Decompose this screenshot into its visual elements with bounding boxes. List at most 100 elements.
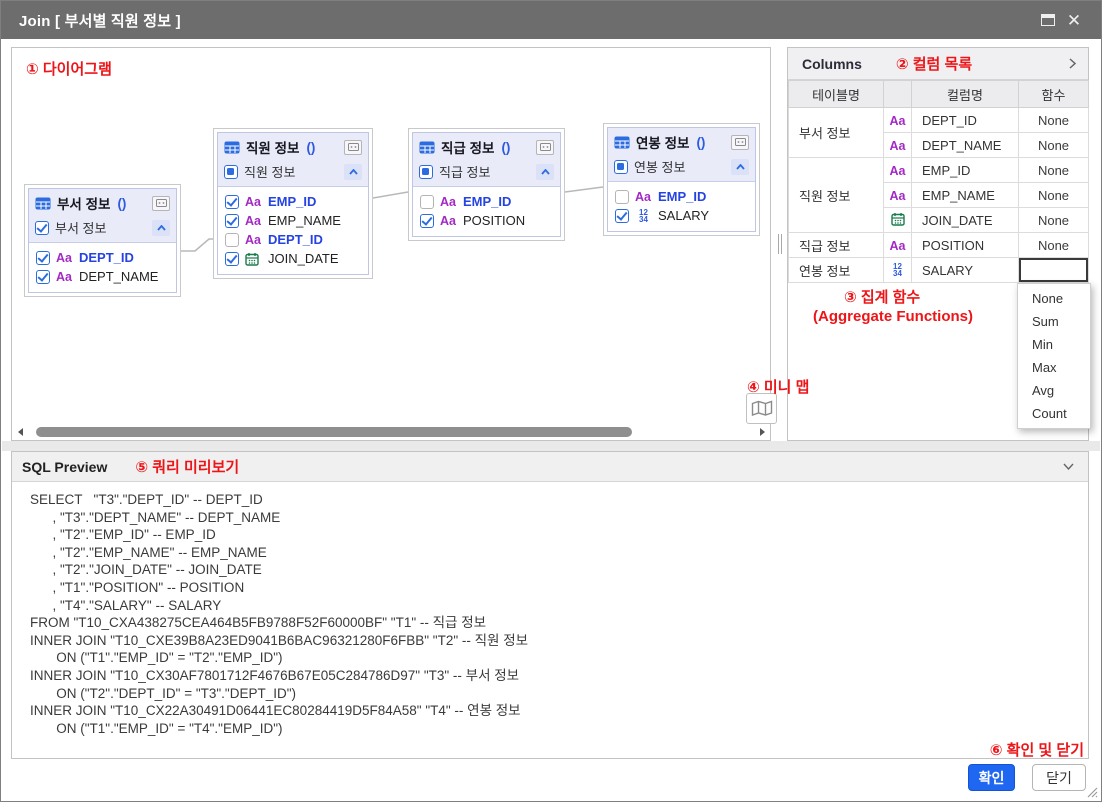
ok-button[interactable]: 확인 bbox=[968, 764, 1015, 791]
function-cell[interactable]: None bbox=[1018, 207, 1089, 233]
sql-preview-header[interactable]: SQL Preview ⑤ 쿼리 미리보기 bbox=[12, 452, 1088, 482]
collapse-button[interactable] bbox=[152, 219, 170, 236]
table-node-position[interactable]: 직급 정보() 직급 정보 Aa EMP_ID Aa POSITION bbox=[408, 128, 565, 241]
alias-button[interactable] bbox=[536, 139, 554, 155]
node-title-suffix: () bbox=[696, 134, 706, 150]
map-icon bbox=[751, 400, 772, 416]
sql-text: SELECT "T3"."DEPT_ID" -- DEPT_ID , "T3".… bbox=[30, 492, 529, 736]
annotation-diagram: ① 다이어그램 bbox=[26, 61, 112, 78]
node-column-row: Aa EMP_NAME bbox=[218, 211, 368, 230]
alias-button[interactable] bbox=[344, 139, 362, 155]
dropdown-option-max[interactable]: Max bbox=[1018, 356, 1090, 379]
resize-grip[interactable] bbox=[1086, 786, 1098, 798]
dropdown-option-avg[interactable]: Avg bbox=[1018, 379, 1090, 402]
node-select-all-checkbox[interactable] bbox=[224, 164, 238, 179]
text-type-icon: Aa bbox=[245, 194, 261, 209]
annotation-minimap: ④ 미니 맵 bbox=[747, 379, 810, 396]
dropdown-option-sum[interactable]: Sum bbox=[1018, 310, 1090, 333]
column-checkbox[interactable] bbox=[36, 250, 50, 265]
table-name-cell: 직원 정보 bbox=[788, 157, 884, 233]
node-header[interactable]: 연봉 정보 () bbox=[608, 128, 755, 154]
node-header[interactable]: 부서 정보 () bbox=[29, 189, 176, 215]
collapse-button[interactable] bbox=[536, 163, 554, 180]
column-checkbox[interactable] bbox=[225, 194, 239, 209]
column-name: EMP_ID bbox=[268, 194, 317, 209]
alias-icon bbox=[347, 143, 359, 151]
node-column-row: Aa EMP_ID bbox=[218, 192, 368, 211]
collapse-button[interactable] bbox=[344, 163, 362, 180]
scroll-right-button[interactable] bbox=[756, 426, 768, 438]
function-cell[interactable]: None bbox=[1018, 132, 1089, 158]
function-cell[interactable]: None bbox=[1018, 232, 1089, 258]
node-column-row: Aa EMP_ID bbox=[608, 187, 755, 206]
node-alias-label: 직급 정보 bbox=[439, 165, 491, 180]
table-node-dept[interactable]: 부서 정보() 부서 정보 Aa DEPT_ID Aa DEPT_NAME bbox=[24, 184, 181, 297]
section-gap bbox=[2, 441, 1100, 451]
table-icon bbox=[419, 141, 435, 153]
dropdown-option-none[interactable]: None bbox=[1018, 287, 1090, 310]
column-name: DEPT_ID bbox=[268, 232, 323, 247]
table-node-emp[interactable]: 직원 정보() 직원 정보 Aa EMP_ID Aa EMP_NAME Aa D… bbox=[213, 128, 373, 279]
alias-icon bbox=[734, 138, 746, 146]
collapse-button[interactable] bbox=[731, 158, 749, 175]
diagram-hscrollbar bbox=[14, 425, 768, 438]
scroll-left-button[interactable] bbox=[14, 426, 26, 438]
close-button[interactable]: ✕ bbox=[1061, 7, 1087, 33]
node-select-all-checkbox[interactable] bbox=[35, 220, 49, 235]
node-title-suffix: () bbox=[501, 139, 511, 155]
scrollbar-track[interactable] bbox=[26, 426, 756, 437]
column-name-cell: POSITION bbox=[911, 232, 1019, 258]
annotation-sql: ⑤ 쿼리 미리보기 bbox=[135, 459, 240, 476]
maximize-button[interactable] bbox=[1035, 7, 1061, 33]
column-checkbox[interactable] bbox=[225, 251, 239, 266]
alias-button[interactable] bbox=[731, 134, 749, 150]
node-alias-label: 연봉 정보 bbox=[634, 160, 686, 175]
chevron-up-icon bbox=[540, 168, 550, 175]
column-checkbox[interactable] bbox=[420, 213, 434, 228]
table-node-salary[interactable]: 연봉 정보() 연봉 정보 Aa EMP_ID 12 34 SALARY bbox=[603, 123, 760, 236]
column-checkbox[interactable] bbox=[420, 194, 434, 209]
dropdown-option-count[interactable]: Count bbox=[1018, 402, 1090, 425]
table-row: 직급 정보 Aa POSITION None bbox=[788, 232, 1089, 258]
chevron-right-icon[interactable] bbox=[1069, 58, 1076, 69]
function-cell[interactable]: None bbox=[1018, 107, 1089, 133]
annotation-aggregate: ③ 집계 함수 (Aggregate Functions) bbox=[813, 289, 973, 325]
type-icon-cell bbox=[883, 207, 912, 233]
chevron-up-icon bbox=[735, 163, 745, 170]
column-name: EMP_ID bbox=[658, 189, 707, 204]
table-icon bbox=[35, 197, 51, 209]
chevron-down-icon[interactable] bbox=[1063, 463, 1074, 470]
header-table-name: 테이블명 bbox=[788, 80, 884, 108]
column-checkbox[interactable] bbox=[36, 269, 50, 284]
text-type-icon: Aa bbox=[245, 232, 261, 247]
window-title: Join [ 부서별 직원 정보 ] bbox=[19, 12, 181, 30]
titlebar: Join [ 부서별 직원 정보 ] ✕ bbox=[1, 1, 1101, 39]
node-header[interactable]: 직원 정보 () bbox=[218, 133, 368, 159]
function-cell[interactable]: None bbox=[1018, 182, 1089, 208]
text-type-icon: Aa bbox=[635, 189, 651, 204]
table-name-cell: 연봉 정보 bbox=[788, 257, 884, 283]
join-dialog: Join [ 부서별 직원 정보 ] ✕ ① 다이어그램 부서 정보 () 부서 … bbox=[0, 0, 1102, 802]
text-type-icon: Aa bbox=[56, 269, 72, 284]
function-cell[interactable]: None bbox=[1018, 157, 1089, 183]
panel-splitter[interactable] bbox=[776, 234, 784, 254]
function-cell-focused[interactable] bbox=[1018, 257, 1089, 283]
close-dialog-button[interactable]: 닫기 bbox=[1032, 764, 1086, 791]
column-checkbox[interactable] bbox=[225, 232, 239, 247]
table-name-cell: 직급 정보 bbox=[788, 232, 884, 258]
column-name: JOIN_DATE bbox=[268, 251, 339, 266]
column-checkbox[interactable] bbox=[615, 189, 629, 204]
alias-button[interactable] bbox=[152, 195, 170, 211]
column-checkbox[interactable] bbox=[225, 213, 239, 228]
node-select-all-checkbox[interactable] bbox=[614, 159, 628, 174]
number-type-icon: 12 34 bbox=[893, 262, 902, 278]
node-column-row: Aa DEPT_ID bbox=[218, 230, 368, 249]
minimap-button[interactable] bbox=[746, 393, 777, 424]
node-header[interactable]: 직급 정보 () bbox=[413, 133, 560, 159]
dropdown-option-min[interactable]: Min bbox=[1018, 333, 1090, 356]
node-select-all-checkbox[interactable] bbox=[419, 164, 433, 179]
column-name: EMP_NAME bbox=[268, 213, 341, 228]
node-column-row: 12 34 SALARY bbox=[608, 206, 755, 225]
scrollbar-thumb[interactable] bbox=[36, 426, 632, 437]
column-checkbox[interactable] bbox=[615, 208, 629, 223]
